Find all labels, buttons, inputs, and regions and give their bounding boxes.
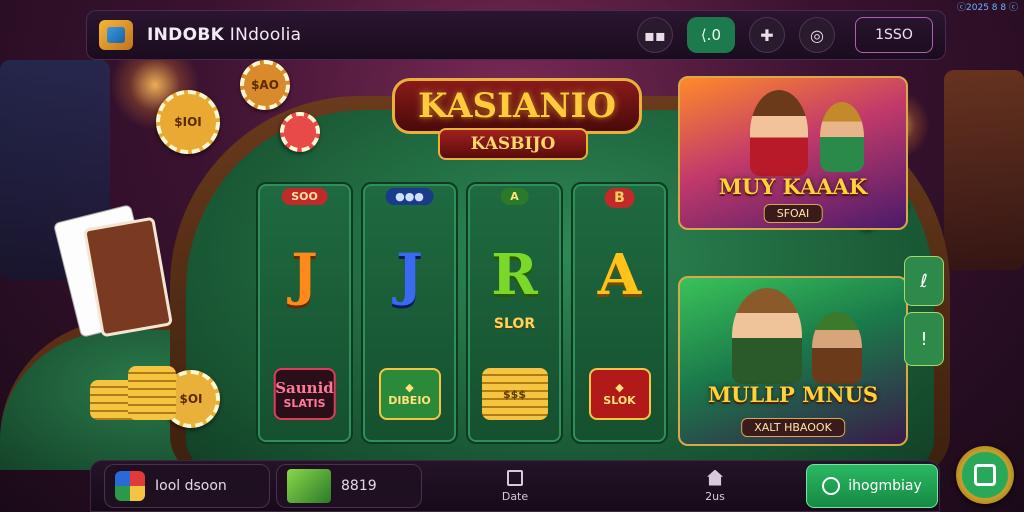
folder-logo-icon (99, 20, 133, 50)
reel-badge-title: Saunid (275, 378, 334, 397)
reel-top-symbol: ●●● (385, 188, 434, 205)
chat-icon (822, 477, 841, 495)
reel-badge: $$$ (481, 368, 548, 420)
reel-badge: ◆ DIBEIO (378, 368, 441, 420)
side-button-2[interactable]: ! (904, 312, 944, 366)
nav-home-label: 2us (705, 489, 725, 503)
nav-home[interactable]: 2us (700, 462, 730, 510)
square-icon (507, 469, 523, 486)
bottom-item-1[interactable]: Iool dsoon (104, 462, 270, 510)
reel-badge-sub: SLOK (603, 394, 636, 407)
target-icon[interactable]: ◎ (799, 17, 835, 53)
cta-button-label: ihogmbiay (848, 478, 922, 494)
reel-symbol-letter: J (396, 242, 423, 308)
character-figure (732, 288, 802, 384)
promo-card-1[interactable]: MUY KAAAK SFOAI (678, 76, 908, 230)
character-figure (750, 90, 808, 176)
reel-top-symbol: B (604, 188, 635, 208)
plus-icon[interactable]: ✚ (749, 17, 785, 53)
floating-action-button[interactable] (956, 446, 1014, 504)
promo-card-1-subtitle: SFOAI (763, 204, 823, 223)
nav-date-label: Date (501, 489, 529, 503)
reel-badge: Saunid SLATIS (273, 368, 336, 420)
game-logo: KASIANIO (392, 78, 642, 134)
promo-card-2-title: MULLP MNUS (707, 382, 879, 407)
reel-symbol-letter: A (597, 242, 642, 308)
character-figure (812, 312, 862, 384)
gallery-icon (115, 471, 145, 501)
background-slot-machine-right (944, 70, 1024, 270)
bottom-item-1-label: Iool dsoon (155, 478, 227, 494)
nav-date[interactable]: Date (500, 462, 530, 510)
casino-chip: $AO (240, 60, 290, 110)
side-button-1[interactable]: ℓ (904, 256, 944, 306)
balance-button[interactable]: ⟨.0 (686, 17, 735, 53)
corner-tag: ⓒ2025 8 8 ⓒ (957, 3, 1018, 13)
casino-chip: $IOI (156, 90, 220, 154)
game-logo-subtitle: KASBIJO (438, 128, 588, 160)
top-bar: INDOBK INdoolia ▪▪ ⟨.0 ✚ ◎ 1SSO (86, 10, 946, 60)
brand-name-bold: INDOBK (147, 25, 225, 45)
bottom-item-2[interactable]: 8819 (276, 462, 422, 510)
reel-mid-label: SLOR (493, 316, 536, 332)
character-figure (820, 102, 864, 172)
grid-icon[interactable]: ▪▪ (636, 17, 673, 53)
reel-badge-title: ◆ (405, 381, 414, 394)
home-icon (707, 469, 723, 486)
game-thumbnail-icon (287, 469, 331, 503)
square-icon (974, 464, 996, 486)
bottom-item-2-label: 8819 (341, 478, 377, 494)
reel-symbol-letter: R (491, 242, 538, 308)
reel-badge-sub: DIBEIO (388, 394, 431, 407)
cta-item[interactable]: ihogmbiay (806, 462, 938, 510)
reel-badge-title: $$$ (503, 387, 526, 401)
reel-symbol-letter: J (291, 242, 318, 308)
reel-top-symbol: A (500, 188, 529, 205)
promo-card-2-subtitle: XALT HBAOOK (741, 418, 845, 437)
slot-reels[interactable]: SOO J Saunid SLATIS ●●● J ◆ DIBEIO A R S… (256, 182, 668, 444)
account-button[interactable]: 1SSO (855, 17, 933, 53)
reel-4[interactable]: B A ◆ SLOK (571, 182, 668, 444)
promo-card-1-title: MUY KAAAK (718, 174, 868, 199)
reel-2[interactable]: ●●● J ◆ DIBEIO (361, 182, 458, 444)
coin-stack (128, 366, 176, 420)
reel-1[interactable]: SOO J Saunid SLATIS (256, 182, 353, 444)
brand-name-rest: INdoolia (224, 25, 302, 45)
reel-badge-sub: SLATIS (283, 396, 326, 410)
bottom-item-2-box[interactable]: 8819 (276, 464, 422, 508)
reel-top-symbol: SOO (281, 188, 328, 205)
promo-card-2[interactable]: MULLP MNUS XALT HBAOOK (678, 276, 908, 446)
reel-3[interactable]: A R SLOR $$$ (466, 182, 563, 444)
top-bar-actions: ▪▪ ⟨.0 ✚ ◎ 1SSO (636, 17, 933, 53)
brand-name: INDOBK INdoolia (147, 25, 301, 45)
reel-badge: ◆ SLOK (588, 368, 651, 420)
reel-badge-title: ◆ (615, 381, 624, 394)
bottom-item-1-box[interactable]: Iool dsoon (104, 464, 270, 508)
cta-button[interactable]: ihogmbiay (806, 464, 938, 508)
